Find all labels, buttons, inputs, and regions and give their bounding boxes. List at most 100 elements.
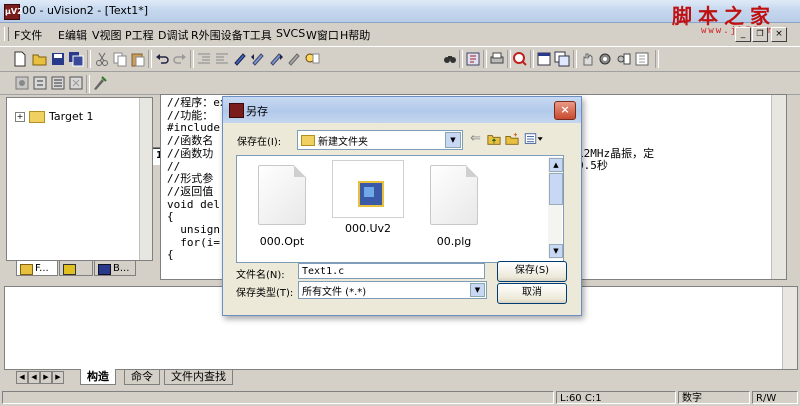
menu-tools[interactable]: T工具 — [243, 27, 272, 43]
tab-build[interactable]: 构造 — [80, 369, 116, 385]
up-folder-icon[interactable] — [487, 132, 501, 146]
menu-help[interactable]: H帮助 — [340, 27, 370, 43]
mdi-restore-button[interactable]: ❐ — [752, 27, 768, 42]
file-item-opt[interactable]: 000.Opt — [242, 160, 322, 248]
chevron-down-icon[interactable]: ▼ — [470, 283, 485, 297]
new-file-icon[interactable] — [12, 51, 28, 67]
menu-project[interactable]: P工程 — [125, 27, 154, 43]
tab-regs[interactable] — [59, 261, 93, 276]
tab-files[interactable]: F... — [16, 261, 58, 276]
tab-scroll-next[interactable]: ▶ — [40, 371, 52, 384]
menu-file[interactable]: F文件 — [14, 27, 42, 43]
tab-command[interactable]: 命令 — [124, 369, 160, 385]
tree-item-target[interactable]: + Target 1 — [15, 110, 94, 123]
save-all-icon[interactable] — [68, 51, 84, 67]
mdi-minimize-button[interactable]: _ — [735, 27, 751, 42]
translate-icon[interactable] — [14, 75, 30, 91]
scroll-down-icon[interactable]: ▼ — [549, 244, 563, 258]
uvision-app-icon: μV2 — [4, 4, 23, 20]
new-folder-icon[interactable] — [505, 132, 519, 146]
tab-scroll-last[interactable]: ▶ — [52, 371, 64, 384]
bookmark-next-icon[interactable] — [268, 51, 284, 67]
copy-icon[interactable] — [112, 51, 128, 67]
expand-icon[interactable]: + — [15, 111, 25, 122]
save-in-label: 保存在(I): — [237, 137, 282, 148]
chevron-down-icon[interactable]: ▼ — [445, 132, 461, 148]
save-in-select[interactable]: 新建文件夹 ▼ — [297, 130, 463, 150]
find-in-files-icon[interactable] — [304, 51, 320, 67]
folder-icon — [29, 110, 45, 123]
tab-books[interactable]: B... — [94, 261, 136, 276]
mdi-close-button[interactable]: × — [771, 27, 787, 42]
status-bar: L:60 C:1 数字 R/W — [0, 389, 800, 406]
menu-peripherals[interactable]: R外围设备 — [191, 27, 243, 43]
view-menu-icon[interactable] — [523, 132, 545, 146]
filetype-value: 所有文件 (*.*) — [302, 287, 367, 298]
file-list[interactable]: 000.Opt 000.Uv2 00.plg ▲ ▼ — [236, 155, 564, 263]
back-arrow-icon[interactable]: ⇐ — [470, 131, 481, 146]
start-debug-icon[interactable] — [512, 51, 528, 67]
editor-scrollbar[interactable] — [771, 95, 786, 279]
menu-window[interactable]: W窗口 — [306, 27, 339, 43]
project-scrollbar[interactable] — [139, 98, 152, 260]
menu-svcs[interactable]: SVCS — [276, 27, 305, 40]
filename-field[interactable]: Text1.c — [298, 263, 485, 279]
build-target-icon[interactable] — [32, 75, 48, 91]
filetype-select[interactable]: 所有文件 (*.*) ▼ — [298, 281, 487, 299]
file-name: 000.Uv2 — [344, 222, 392, 235]
bookmark-prev-icon[interactable] — [250, 51, 266, 67]
print-icon[interactable] — [489, 51, 505, 67]
open-folder-icon[interactable] — [32, 51, 48, 67]
books-tab-icon — [98, 264, 111, 275]
tab-books-label: B... — [113, 263, 130, 274]
scroll-thumb[interactable] — [549, 173, 563, 205]
menu-grip-icon — [4, 27, 9, 41]
debug-settings-icon[interactable] — [615, 51, 631, 67]
file-item-plg[interactable]: 00.plg — [414, 160, 494, 248]
menu-edit[interactable]: E编辑 — [58, 27, 87, 43]
menu-view[interactable]: V视图 — [92, 27, 122, 43]
unindent-icon[interactable] — [214, 51, 230, 67]
redo-icon[interactable] — [172, 51, 188, 67]
file-item-uv2[interactable]: 000.Uv2 — [328, 160, 408, 235]
save-button[interactable]: 保存(S) — [497, 261, 567, 282]
cut-icon[interactable] — [94, 51, 110, 67]
menu-debug[interactable]: D调试 — [158, 27, 188, 43]
tab-scroll-first[interactable]: ◀ — [16, 371, 28, 384]
blank-file-icon — [430, 165, 478, 225]
paste-icon[interactable] — [130, 51, 146, 67]
hand-icon[interactable] — [579, 51, 595, 67]
cancel-button[interactable]: 取消 — [497, 283, 567, 304]
filetype-label: 保存类型(T): — [236, 288, 294, 299]
find-icon[interactable] — [442, 51, 458, 67]
project-workspace: + Target 1 — [6, 97, 153, 261]
save-in-value: 新建文件夹 — [318, 137, 368, 148]
status-position: L:60 C:1 — [556, 391, 676, 404]
bookmark-clear-icon[interactable] — [286, 51, 302, 67]
help-toolbar-icon[interactable] — [634, 51, 650, 67]
bookmark-toggle-icon[interactable] — [232, 51, 248, 67]
window-icon[interactable] — [536, 51, 552, 67]
indent-icon[interactable] — [196, 51, 212, 67]
folder-icon — [301, 135, 315, 146]
configure-icon[interactable] — [597, 51, 613, 67]
output-scrollbar[interactable] — [782, 287, 797, 369]
tab-scroll-prev[interactable]: ◀ — [28, 371, 40, 384]
undo-icon[interactable] — [154, 51, 170, 67]
regs-tab-icon — [63, 264, 76, 275]
menu-bar: F文件 E编辑 V视图 P工程 D调试 R外围设备 T工具 SVCS W窗口 H… — [0, 24, 800, 44]
file-list-scrollbar[interactable]: ▲ ▼ — [548, 157, 563, 259]
tab-find-in-files[interactable]: 文件内查找 — [164, 369, 233, 385]
stop-build-icon[interactable] — [68, 75, 84, 91]
status-mode: R/W — [752, 391, 798, 404]
rebuild-all-icon[interactable] — [50, 75, 66, 91]
dialog-close-button[interactable]: × — [554, 101, 576, 120]
target-options-icon[interactable] — [92, 75, 108, 91]
window-cascade-icon[interactable] — [554, 51, 570, 67]
save-as-dialog: 另存 × 保存在(I): 新建文件夹 ▼ ⇐ 000.Opt 000.Uv2 0… — [222, 96, 582, 316]
browse-icon[interactable] — [465, 51, 481, 67]
uvision-project-icon — [348, 167, 388, 211]
save-icon[interactable] — [50, 51, 66, 67]
file-name: 000.Opt — [259, 235, 305, 248]
scroll-up-icon[interactable]: ▲ — [549, 158, 563, 172]
